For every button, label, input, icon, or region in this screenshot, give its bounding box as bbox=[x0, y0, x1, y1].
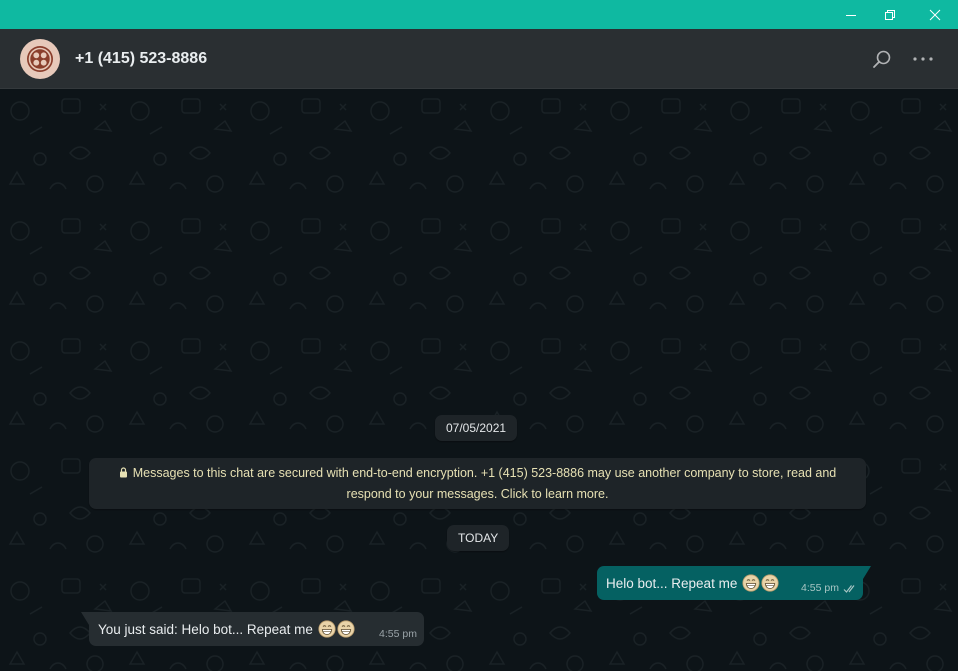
date-divider: 07/05/2021 bbox=[435, 415, 518, 441]
twilio-logo-icon bbox=[27, 46, 53, 72]
message-text: Helo bot... Repeat me bbox=[606, 576, 738, 591]
chat-area[interactable]: 07/05/2021 Messages to this chat are sec… bbox=[0, 89, 958, 671]
window-titlebar bbox=[0, 0, 958, 29]
encryption-notice-text-1: Messages to this chat are secured with e… bbox=[132, 466, 837, 480]
search-button[interactable] bbox=[869, 46, 895, 72]
minimize-icon bbox=[846, 14, 856, 16]
contact-avatar[interactable] bbox=[20, 39, 60, 79]
close-icon bbox=[929, 9, 941, 20]
close-button[interactable] bbox=[912, 0, 958, 29]
more-options-button[interactable] bbox=[910, 46, 936, 72]
restore-icon bbox=[885, 9, 895, 20]
search-icon bbox=[873, 50, 891, 68]
double-check-icon bbox=[843, 585, 855, 593]
bubble-tail bbox=[863, 566, 871, 579]
message-text: You just said: Helo bot... Repeat me bbox=[98, 622, 313, 637]
grinning-face-icon bbox=[761, 574, 779, 592]
encryption-notice-line1: Messages to this chat are secured with e… bbox=[109, 463, 846, 484]
lock-icon bbox=[119, 467, 127, 478]
conversation-header: +1 (415) 523-8886 bbox=[0, 29, 958, 89]
outgoing-message[interactable]: Helo bot... Repeat me 4:55 pm bbox=[597, 566, 871, 600]
contact-name[interactable]: +1 (415) 523-8886 bbox=[75, 50, 207, 68]
grinning-face-icon bbox=[318, 620, 336, 638]
message-time: 4:55 pm bbox=[801, 582, 839, 594]
message-time: 4:55 pm bbox=[379, 628, 417, 640]
incoming-message[interactable]: You just said: Helo bot... Repeat me 4:5… bbox=[81, 612, 424, 646]
encryption-notice-text-2: respond to your messages. Click to learn… bbox=[346, 487, 609, 501]
more-options-icon bbox=[913, 57, 933, 61]
bubble-tail bbox=[81, 612, 89, 625]
grinning-face-icon bbox=[337, 620, 355, 638]
today-divider: TODAY bbox=[447, 525, 510, 551]
restore-button[interactable] bbox=[867, 0, 913, 29]
encryption-notice[interactable]: Messages to this chat are secured with e… bbox=[89, 458, 866, 509]
grinning-face-icon bbox=[742, 574, 760, 592]
